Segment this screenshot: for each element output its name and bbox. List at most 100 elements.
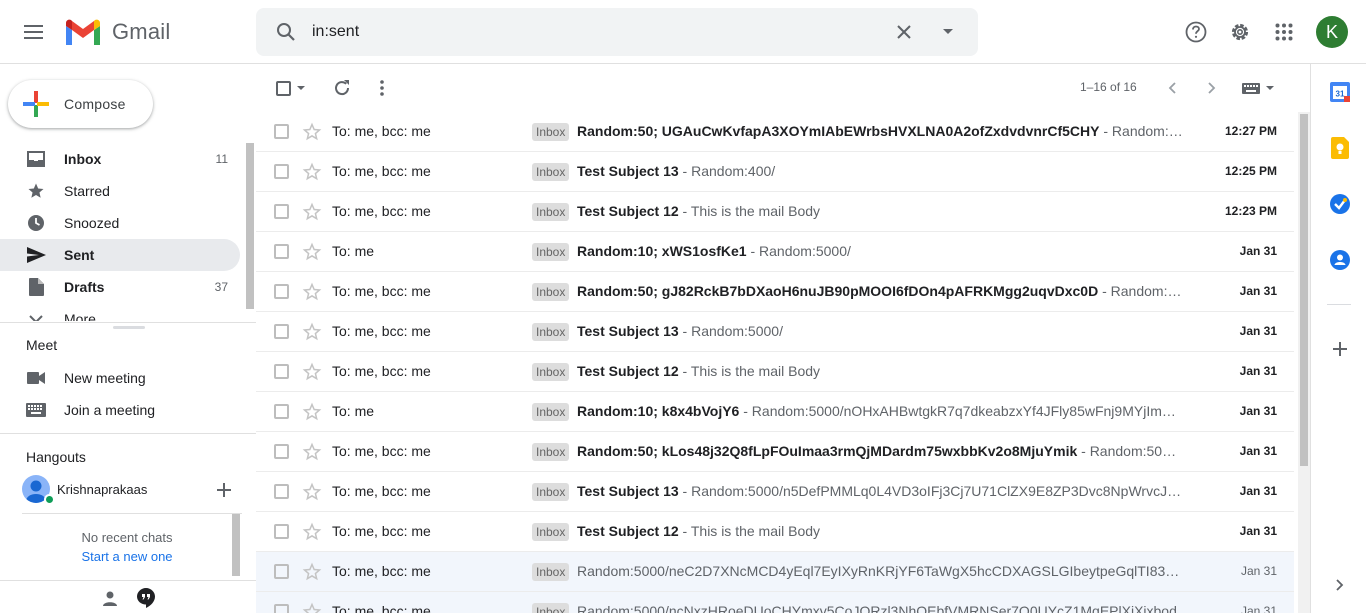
search-input[interactable] — [312, 20, 872, 44]
inbox-label-badge[interactable]: Inbox — [532, 323, 570, 341]
row-checkbox[interactable] — [274, 204, 289, 219]
row-checkbox[interactable] — [274, 284, 289, 299]
email-row[interactable]: To: me Inbox Random:10; k8x4bVojY6 - Rando… — [256, 392, 1294, 432]
email-row[interactable]: To: me, bcc: me Inbox Test Subject 13 - Ra… — [256, 152, 1294, 192]
row-checkbox[interactable] — [274, 484, 289, 499]
star-icon[interactable] — [302, 202, 322, 222]
row-checkbox[interactable] — [274, 444, 289, 459]
row-checkbox[interactable] — [274, 324, 289, 339]
email-row[interactable]: To: me, bcc: me Inbox Random:50; kLos48j32… — [256, 432, 1294, 472]
row-checkbox[interactable] — [274, 244, 289, 259]
search-options-button[interactable] — [928, 12, 968, 52]
nav-item-more[interactable]: More — [0, 303, 240, 321]
keep-button[interactable] — [1329, 137, 1351, 159]
account-avatar[interactable]: K — [1316, 16, 1348, 48]
nav-item-sent[interactable]: Sent — [0, 239, 240, 271]
star-icon[interactable] — [302, 442, 322, 462]
email-row[interactable]: To: me, bcc: me Inbox Random:50; UGAuCwKvf… — [256, 112, 1294, 152]
row-checkbox[interactable] — [274, 524, 289, 539]
inbox-label-badge[interactable]: Inbox — [532, 283, 570, 301]
email-row[interactable]: To: me, bcc: me Inbox Test Subject 13 - Ra… — [256, 472, 1294, 512]
star-icon[interactable] — [302, 522, 322, 542]
star-icon[interactable] — [302, 482, 322, 502]
row-checkbox[interactable] — [274, 564, 289, 579]
new-conversation-button[interactable] — [212, 478, 236, 502]
star-icon[interactable] — [302, 362, 322, 382]
inbox-label-badge[interactable]: Inbox — [532, 243, 570, 261]
inbox-label-badge[interactable]: Inbox — [532, 523, 570, 541]
nav-item-drafts[interactable]: Drafts 37 — [0, 271, 240, 303]
refresh-button[interactable] — [328, 74, 356, 102]
row-checkbox[interactable] — [274, 124, 289, 139]
compose-button[interactable]: Compose — [8, 80, 153, 128]
apps-button[interactable] — [1264, 12, 1304, 52]
hangouts-user[interactable]: Krishnaprakaas — [22, 474, 147, 504]
gmail-logo[interactable]: Gmail — [64, 16, 170, 48]
get-addons-button[interactable] — [1329, 338, 1351, 360]
contacts-button[interactable] — [1329, 249, 1351, 271]
nav-scrollbar[interactable] — [246, 143, 254, 309]
inbox-label-badge[interactable]: Inbox — [532, 203, 570, 221]
inbox-label-badge[interactable]: Inbox — [532, 563, 570, 581]
main-menu-button[interactable] — [14, 12, 54, 52]
inbox-label-badge[interactable]: Inbox — [532, 483, 570, 501]
calendar-button[interactable]: 31 — [1329, 81, 1351, 103]
row-checkbox[interactable] — [274, 364, 289, 379]
star-icon[interactable] — [302, 122, 322, 142]
start-new-chat-link[interactable]: Start a new one — [22, 549, 232, 564]
email-row[interactable]: To: me, bcc: me Inbox Test Subject 12 - Th… — [256, 352, 1294, 392]
star-icon[interactable] — [302, 162, 322, 182]
row-checkbox[interactable] — [274, 604, 289, 613]
search-button[interactable] — [266, 12, 306, 52]
input-tools-button[interactable] — [1238, 74, 1278, 102]
scrollbar-thumb[interactable] — [1300, 114, 1308, 466]
nav-item-inbox[interactable]: Inbox 11 — [0, 143, 240, 175]
inbox-label-badge[interactable]: Inbox — [532, 163, 570, 181]
support-button[interactable] — [1176, 12, 1216, 52]
star-icon[interactable] — [302, 282, 322, 302]
email-snippet: Random:5000/neC2D7XNcMCD4yEql7EyIXyRnKRj… — [577, 563, 1183, 579]
pagination-text: 1–16 of 16 — [1080, 80, 1137, 94]
inbox-label-badge[interactable]: Inbox — [532, 363, 570, 381]
more-actions-button[interactable] — [368, 74, 396, 102]
clear-search-button[interactable] — [884, 12, 924, 52]
inbox-label-badge[interactable]: Inbox — [532, 403, 570, 421]
nav-item-starred[interactable]: Starred — [0, 175, 240, 207]
resize-handle[interactable] — [113, 326, 145, 329]
inbox-label-badge[interactable]: Inbox — [532, 603, 570, 613]
email-date: Jan 31 — [1239, 444, 1277, 458]
email-row[interactable]: To: me, bcc: me Inbox Test Subject 12 - Th… — [256, 192, 1294, 232]
email-subject: Random:50; UGAuCwKvfapA3XOYmIAbEWrbsHVXL… — [577, 123, 1100, 139]
email-row[interactable]: To: me Inbox Random:10; xWS1osfKe1 - Rando… — [256, 232, 1294, 272]
star-icon[interactable] — [302, 602, 322, 613]
star-icon[interactable] — [302, 402, 322, 422]
email-row[interactable]: To: me, bcc: me Inbox Random:5000/neC2D7XN… — [256, 552, 1294, 592]
email-row[interactable]: To: me, bcc: me Inbox Test Subject 13 - Ra… — [256, 312, 1294, 352]
row-checkbox[interactable] — [274, 404, 289, 419]
nav-item-snoozed[interactable]: Snoozed — [0, 207, 240, 239]
join-meeting-button[interactable]: Join a meeting — [26, 398, 155, 422]
keyboard-icon — [1242, 82, 1260, 94]
row-checkbox[interactable] — [274, 164, 289, 179]
mail-list-scrollbar[interactable] — [1298, 112, 1310, 613]
select-all-checkbox[interactable] — [272, 74, 308, 102]
email-row[interactable]: To: me, bcc: me Inbox Random:5000/ncNxzHRo… — [256, 592, 1294, 613]
contacts-tab[interactable] — [99, 587, 121, 609]
hangouts-tab[interactable] — [135, 587, 157, 609]
show-side-panel-button[interactable] — [1329, 574, 1351, 596]
email-row[interactable]: To: me, bcc: me Inbox Random:50; gJ82RckB7… — [256, 272, 1294, 312]
star-icon[interactable] — [302, 322, 322, 342]
gmail-logo-text: Gmail — [112, 19, 171, 44]
settings-button[interactable] — [1220, 12, 1260, 52]
chat-scrollbar[interactable] — [232, 514, 240, 576]
inbox-label-badge[interactable]: Inbox — [532, 443, 570, 461]
new-meeting-button[interactable]: New meeting — [26, 366, 146, 390]
newer-button[interactable] — [1160, 74, 1184, 102]
inbox-label-badge[interactable]: Inbox — [532, 123, 570, 141]
email-row[interactable]: To: me, bcc: me Inbox Test Subject 12 - Th… — [256, 512, 1294, 552]
tasks-button[interactable] — [1329, 193, 1351, 215]
star-icon[interactable] — [302, 562, 322, 582]
older-button[interactable] — [1200, 74, 1224, 102]
gear-icon — [1231, 23, 1249, 41]
star-icon[interactable] — [302, 242, 322, 262]
